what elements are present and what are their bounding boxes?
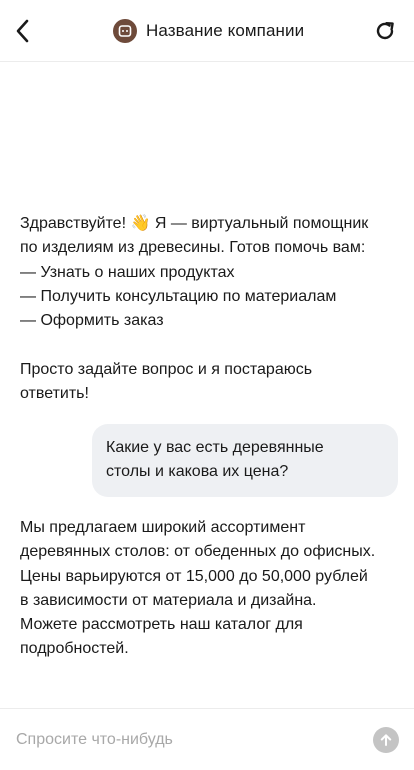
send-button[interactable]: [373, 727, 399, 753]
user-message: Какие у вас есть деревянные столы и како…: [92, 424, 398, 497]
chat-header: Название компании: [0, 0, 414, 62]
back-button[interactable]: [8, 16, 36, 46]
chevron-left-icon: [16, 19, 29, 43]
bot-message: Мы предлагаем широкий ассортимент деревя…: [20, 519, 376, 658]
header-title: Название компании: [113, 18, 304, 44]
chat-bot-icon: [118, 25, 132, 37]
company-logo: [113, 19, 137, 43]
refresh-button[interactable]: [372, 18, 398, 44]
bot-message: Здравствуйте! 👋 Я — виртуальный помощник…: [20, 215, 369, 403]
message-composer: [0, 708, 414, 770]
refresh-icon: [376, 22, 394, 40]
message-input[interactable]: [16, 725, 356, 755]
company-name: Название компании: [146, 21, 305, 40]
arrow-up-icon: [380, 734, 392, 746]
chat-messages: Здравствуйте! 👋 Я — виртуальный помощник…: [0, 62, 414, 708]
